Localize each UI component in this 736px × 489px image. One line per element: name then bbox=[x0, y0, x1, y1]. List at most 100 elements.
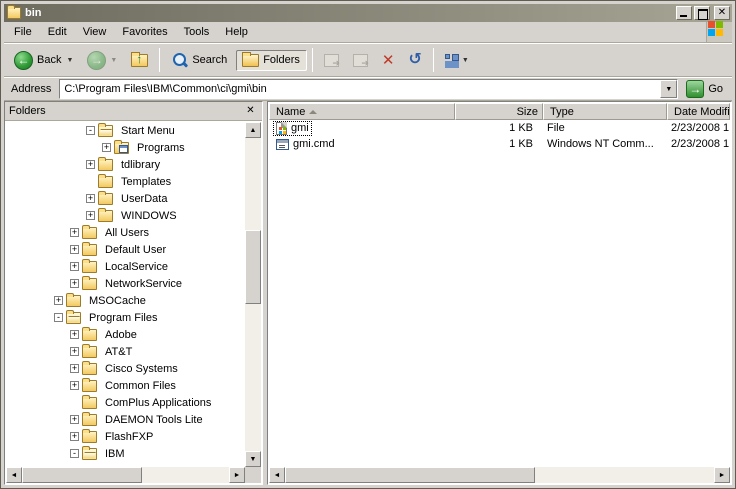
tree-item[interactable]: +Programs bbox=[6, 139, 245, 156]
menu-edit[interactable]: Edit bbox=[40, 24, 75, 40]
tree-item-label: UserData bbox=[118, 192, 170, 206]
expand-icon[interactable]: + bbox=[70, 228, 79, 237]
collapse-icon[interactable]: - bbox=[86, 126, 95, 135]
address-dropdown-icon[interactable]: ▼ bbox=[660, 80, 677, 98]
expand-icon[interactable]: + bbox=[86, 194, 95, 203]
address-combo[interactable]: C:\Program Files\IBM\Common\ci\gmi\bin ▼ bbox=[59, 79, 678, 99]
tree-vertical-scrollbar[interactable]: ▲ ▼ bbox=[245, 122, 261, 467]
expand-icon[interactable]: + bbox=[70, 415, 79, 424]
back-dropdown-icon[interactable]: ▼ bbox=[66, 57, 73, 64]
scroll-right-icon[interactable]: ► bbox=[229, 467, 245, 483]
move-to-icon bbox=[324, 54, 339, 67]
tree-item[interactable]: -Start Menu bbox=[6, 122, 245, 139]
scrollbar-thumb[interactable] bbox=[22, 467, 142, 483]
tree-item-label: Cisco Systems bbox=[102, 362, 181, 376]
tree-item[interactable]: ComPlus Applications bbox=[6, 394, 245, 411]
minimize-button[interactable] bbox=[676, 6, 692, 20]
menu-file[interactable]: File bbox=[6, 24, 40, 40]
menu-help[interactable]: Help bbox=[217, 24, 256, 40]
tree-item[interactable]: +MSOCache bbox=[6, 292, 245, 309]
expand-icon[interactable]: + bbox=[70, 330, 79, 339]
tree-item[interactable]: +All Users bbox=[6, 224, 245, 241]
back-icon: ← bbox=[14, 51, 33, 70]
file-list-horizontal-scrollbar[interactable]: ◄ ► bbox=[269, 467, 730, 483]
tree-item[interactable]: + FlashFXP bbox=[6, 428, 245, 445]
scroll-left-icon[interactable]: ◄ bbox=[269, 467, 285, 483]
tree-item[interactable]: -IBM bbox=[6, 445, 245, 462]
folders-panel-title: Folders bbox=[9, 105, 243, 117]
file-row[interactable]: gmi1 KBFile2/23/2008 1 bbox=[269, 120, 730, 136]
menu-favorites[interactable]: Favorites bbox=[114, 24, 175, 40]
column-header-type[interactable]: Type bbox=[543, 103, 667, 120]
folder-icon bbox=[82, 363, 97, 375]
toolbar-separator bbox=[159, 48, 160, 72]
back-button[interactable]: ← Back ▼ bbox=[8, 47, 79, 74]
up-button[interactable] bbox=[125, 50, 154, 71]
expand-icon[interactable]: + bbox=[70, 245, 79, 254]
tree-item[interactable]: +Default User bbox=[6, 241, 245, 258]
expand-icon[interactable]: + bbox=[70, 347, 79, 356]
column-header-name[interactable]: Name bbox=[269, 103, 455, 120]
folders-button[interactable]: Folders bbox=[236, 50, 307, 71]
tree-item[interactable]: + Common Files bbox=[6, 377, 245, 394]
views-dropdown-icon[interactable]: ▼ bbox=[462, 57, 469, 64]
tree-item[interactable]: +AT&T bbox=[6, 343, 245, 360]
expand-icon[interactable]: + bbox=[70, 279, 79, 288]
title-bar: bin ✕ bbox=[4, 4, 732, 22]
scroll-up-icon[interactable]: ▲ bbox=[245, 122, 261, 138]
expand-icon[interactable]: + bbox=[54, 296, 63, 305]
copy-to-button[interactable] bbox=[347, 50, 374, 71]
go-button[interactable]: → Go bbox=[678, 80, 729, 98]
toolbar-separator bbox=[312, 48, 313, 72]
collapse-icon[interactable]: - bbox=[70, 449, 79, 458]
expand-icon[interactable]: + bbox=[70, 364, 79, 373]
tree-horizontal-scrollbar[interactable]: ◄ ► bbox=[6, 467, 245, 483]
scroll-right-icon[interactable]: ► bbox=[714, 467, 730, 483]
expand-icon[interactable]: + bbox=[70, 381, 79, 390]
scrollbar-thumb[interactable] bbox=[285, 467, 535, 483]
back-label: Back bbox=[37, 54, 62, 66]
tree-item-label: Common Files bbox=[102, 379, 179, 393]
expand-icon[interactable]: + bbox=[86, 160, 95, 169]
expand-icon[interactable]: + bbox=[86, 211, 95, 220]
tree-item-label: FlashFXP bbox=[102, 430, 156, 444]
menu-tools[interactable]: Tools bbox=[176, 24, 218, 40]
scroll-down-icon[interactable]: ▼ bbox=[245, 451, 261, 467]
close-button[interactable]: ✕ bbox=[714, 6, 730, 20]
folders-panel: Folders ✕ -Start Menu+Programs+tdlibrary… bbox=[4, 101, 263, 485]
expand-icon[interactable]: + bbox=[70, 262, 79, 271]
tree-item[interactable]: + UserData bbox=[6, 190, 245, 207]
undo-button[interactable]: ↺ bbox=[402, 48, 427, 72]
expand-icon[interactable]: + bbox=[102, 143, 111, 152]
file-list-panel: Name Size Type Date Modified gmi1 KBFile… bbox=[267, 101, 732, 485]
folders-panel-close-icon[interactable]: ✕ bbox=[243, 104, 258, 118]
collapse-icon[interactable]: - bbox=[54, 313, 63, 322]
expand-icon[interactable]: + bbox=[70, 432, 79, 441]
move-to-button[interactable] bbox=[318, 50, 345, 71]
views-button[interactable]: ▼ bbox=[439, 50, 475, 71]
tree-item[interactable]: +tdlibrary bbox=[6, 156, 245, 173]
tree-item[interactable]: +DAEMON Tools Lite bbox=[6, 411, 245, 428]
tree-item[interactable]: +LocalService bbox=[6, 258, 245, 275]
menu-view[interactable]: View bbox=[75, 24, 115, 40]
tree-item[interactable]: Templates bbox=[6, 173, 245, 190]
tree-item[interactable]: + Cisco Systems bbox=[6, 360, 245, 377]
folder-icon bbox=[82, 431, 97, 443]
search-button[interactable]: Search bbox=[165, 48, 234, 73]
scrollbar-thumb[interactable] bbox=[245, 230, 261, 304]
scroll-left-icon[interactable]: ◄ bbox=[6, 467, 22, 483]
tree-item[interactable]: +WINDOWS bbox=[6, 207, 245, 224]
folder-icon bbox=[82, 261, 97, 273]
tree-item[interactable]: -Program Files bbox=[6, 309, 245, 326]
window-controls: ✕ bbox=[676, 6, 730, 20]
folder-icon bbox=[98, 193, 113, 205]
column-header-date[interactable]: Date Modified bbox=[667, 103, 730, 120]
maximize-button[interactable] bbox=[694, 6, 710, 20]
tree-item[interactable]: +NetworkService bbox=[6, 275, 245, 292]
tree-item[interactable]: +Adobe bbox=[6, 326, 245, 343]
file-row[interactable]: gmi.cmd1 KBWindows NT Comm...2/23/2008 1 bbox=[269, 136, 730, 152]
column-header-size[interactable]: Size bbox=[455, 103, 543, 120]
delete-button[interactable]: ✕ bbox=[376, 49, 401, 72]
forward-button[interactable]: → ▼ bbox=[81, 47, 123, 74]
address-input[interactable]: C:\Program Files\IBM\Common\ci\gmi\bin bbox=[60, 80, 660, 98]
